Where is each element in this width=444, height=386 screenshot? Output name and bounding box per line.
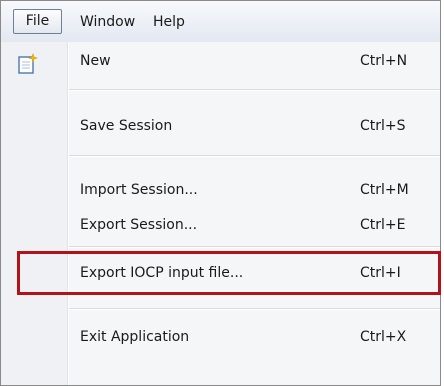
menu-item-save-session-shortcut: Ctrl+S	[360, 118, 406, 134]
menu-item-new-shortcut: Ctrl+N	[360, 53, 408, 69]
menu-item-new-label: New	[80, 53, 111, 69]
menu-item-exit-application-label: Exit Application	[80, 329, 190, 345]
file-menu-dropdown: New Ctrl+N Save Session Ctrl+S Import Se…	[1, 42, 441, 385]
menu-item-exit-application-shortcut: Ctrl+X	[360, 329, 407, 345]
menu-item-new[interactable]: New Ctrl+N	[1, 44, 440, 78]
menu-window[interactable]: Window	[80, 13, 135, 31]
menu-item-export-session-label: Export Session...	[80, 217, 198, 233]
menu-separator	[69, 308, 440, 310]
menu-help[interactable]: Help	[153, 13, 185, 31]
menu-item-exit-application[interactable]: Exit Application Ctrl+X	[1, 320, 440, 354]
menu-item-export-session-shortcut: Ctrl+E	[360, 217, 406, 233]
menu-item-import-session-shortcut: Ctrl+M	[360, 182, 409, 198]
menu-item-save-session-label: Save Session	[80, 118, 173, 134]
menu-item-import-session[interactable]: Import Session... Ctrl+M	[1, 173, 440, 207]
menu-separator	[69, 89, 440, 91]
menu-bar: File Window Help	[1, 1, 440, 43]
menu-item-import-session-label: Import Session...	[80, 182, 198, 198]
menu-separator	[69, 155, 440, 157]
menu-file[interactable]: File	[13, 9, 62, 34]
highlight-box	[17, 251, 441, 295]
new-document-icon	[18, 53, 38, 74]
menu-item-save-session[interactable]: Save Session Ctrl+S	[1, 109, 440, 143]
menu-item-export-session[interactable]: Export Session... Ctrl+E	[1, 208, 440, 242]
menu-separator	[69, 246, 440, 248]
